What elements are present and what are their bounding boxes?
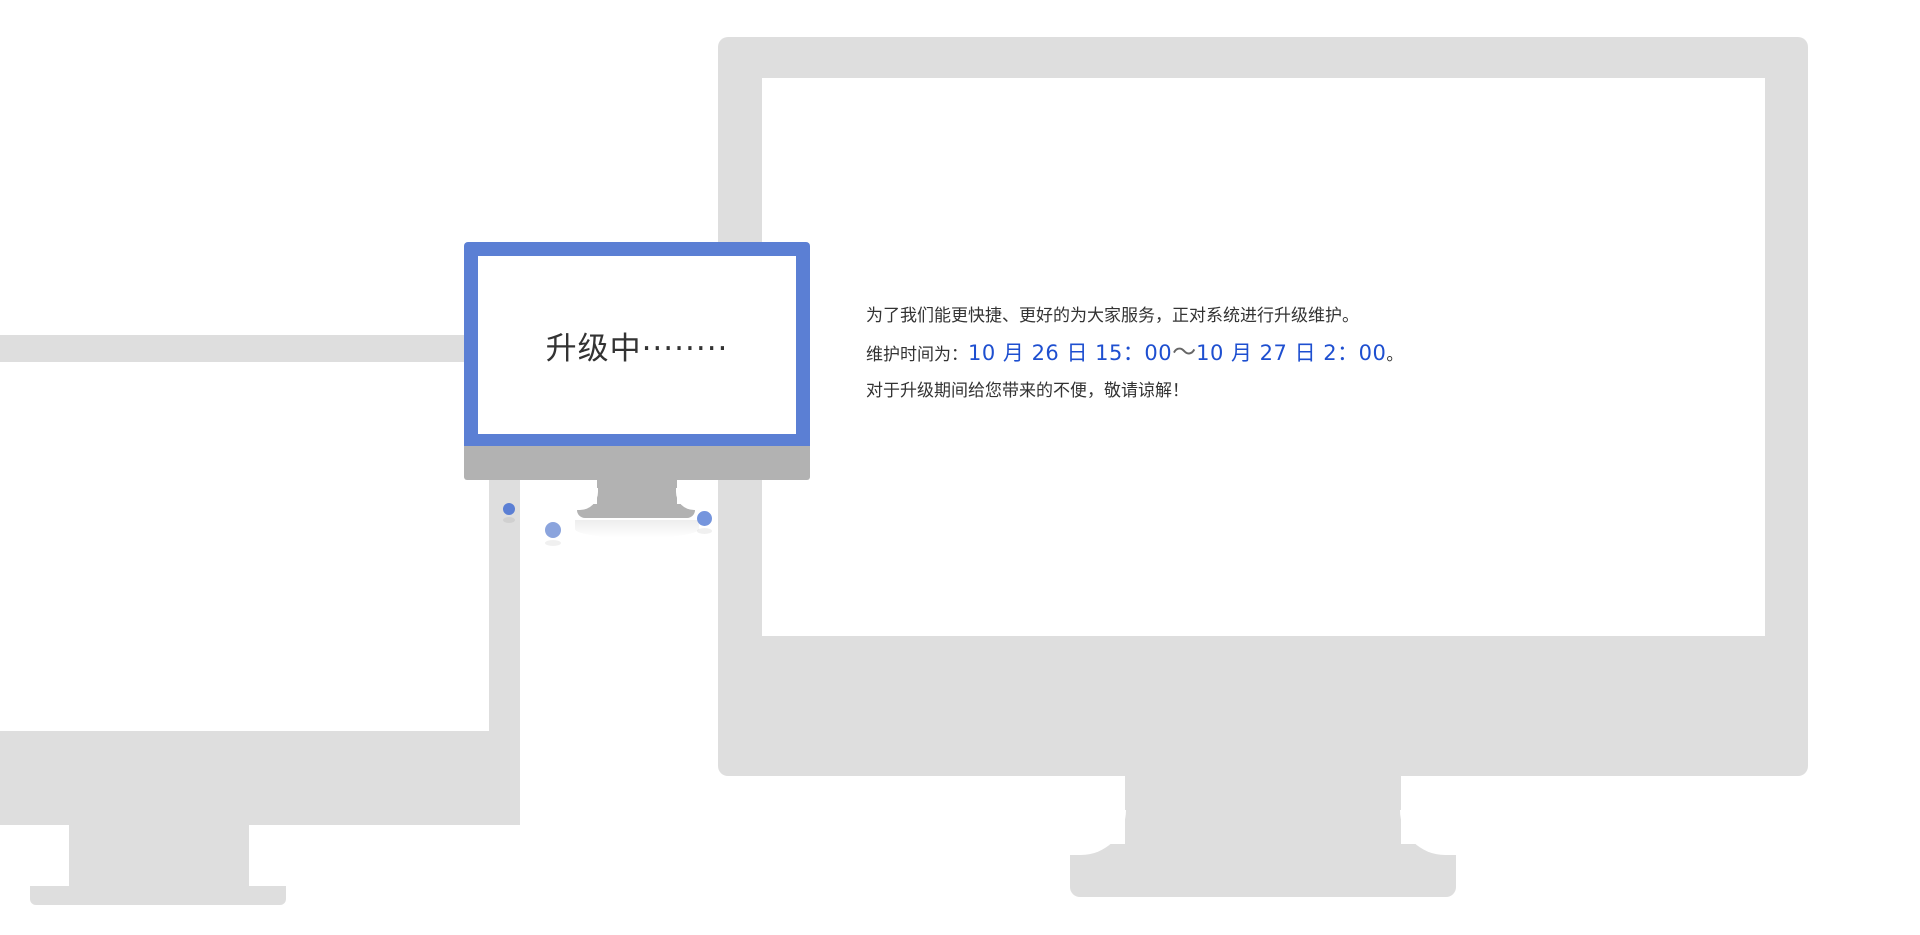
message-line-time: 维护时间为：10 月 26 日 15：00～10 月 27 日 2：00。 bbox=[866, 334, 1403, 373]
big-monitor-neck bbox=[1125, 772, 1401, 862]
blue-monitor-neck bbox=[597, 479, 677, 509]
decorative-dot bbox=[545, 522, 561, 538]
left-monitor-neck bbox=[69, 820, 249, 890]
message-line-apology: 对于升级期间给您带来的不便，敬请谅解！ bbox=[866, 381, 1189, 401]
decorative-dot bbox=[697, 511, 712, 526]
time-prefix: 维护时间为： bbox=[866, 345, 968, 365]
decorative-dot bbox=[503, 503, 515, 515]
maintenance-page: 升级中········ 为了我们能更快捷、更好的为大家服务，正对系统进行升级维护… bbox=[0, 0, 1920, 935]
start-time: 10 月 26 日 15：00 bbox=[968, 341, 1173, 365]
blue-monitor-shadow bbox=[575, 520, 699, 538]
end-time: 10 月 27 日 2：00 bbox=[1196, 341, 1387, 365]
time-separator: ～ bbox=[1172, 338, 1197, 366]
dot-shadow bbox=[503, 517, 515, 523]
time-suffix: 。 bbox=[1386, 345, 1404, 365]
left-monitor-chin bbox=[0, 731, 520, 825]
upgrade-status-text: 升级中········ bbox=[545, 330, 729, 367]
blue-monitor-chin bbox=[464, 446, 810, 480]
left-monitor-bezel-top bbox=[0, 335, 520, 362]
maintenance-message: 为了我们能更快捷、更好的为大家服务，正对系统进行升级维护。 维护时间为：10 月… bbox=[866, 298, 1403, 409]
blue-monitor-screen: 升级中········ bbox=[478, 256, 796, 434]
left-monitor-base bbox=[30, 886, 286, 905]
message-line-intro: 为了我们能更快捷、更好的为大家服务，正对系统进行升级维护。 bbox=[866, 306, 1359, 326]
dot-shadow bbox=[545, 540, 561, 546]
dot-shadow bbox=[697, 528, 712, 534]
